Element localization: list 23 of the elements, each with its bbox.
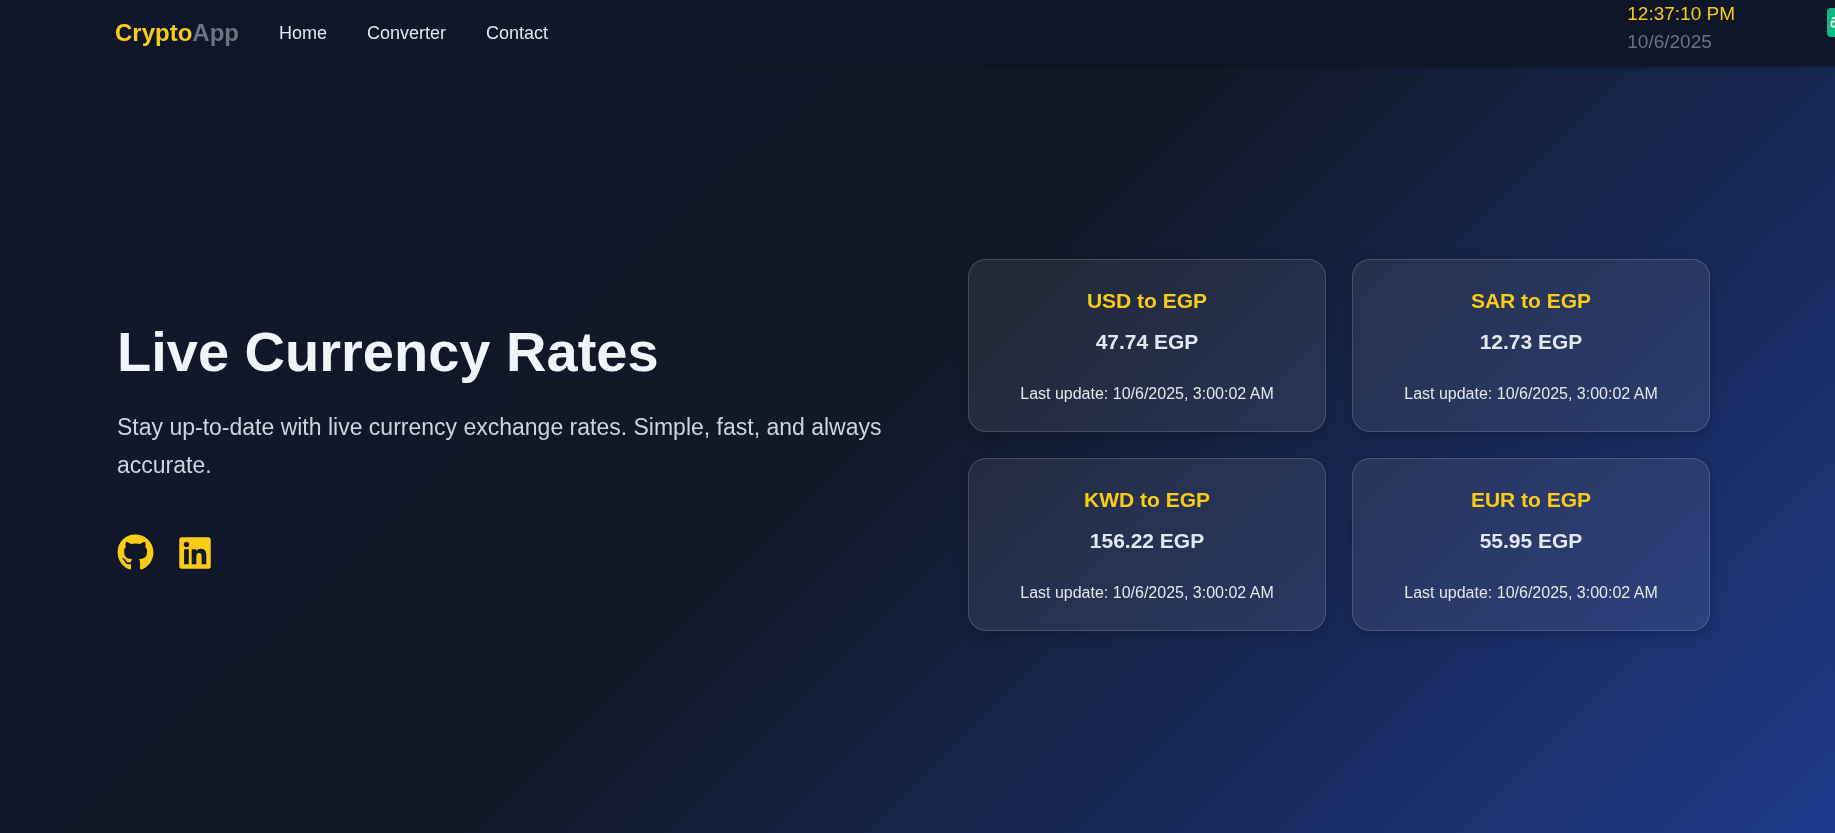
last-update-text: Last update: 10/6/2025, 3:00:02 AM	[1404, 383, 1658, 404]
currency-pair: EUR to EGP	[1470, 486, 1592, 513]
currency-pair: SAR to EGP	[1470, 287, 1592, 314]
currency-pair: USD to EGP	[1086, 287, 1208, 314]
hero-heading: Live Currency Rates	[117, 319, 659, 385]
linkedin-icon[interactable]	[177, 534, 213, 571]
rate-value: 47.74 EGP	[1095, 328, 1199, 355]
last-update-text: Last update: 10/6/2025, 3:00:02 AM	[1020, 582, 1274, 603]
rate-value: 12.73 EGP	[1479, 328, 1583, 355]
nav-link[interactable]: Contact	[486, 22, 549, 44]
last-update-text: Last update: 10/6/2025, 3:00:02 AM	[1404, 582, 1658, 603]
currency-pair: KWD to EGP	[1084, 486, 1210, 513]
nav-link[interactable]: Converter	[367, 22, 447, 44]
brand-logo[interactable]: CryptoApp	[115, 19, 239, 47]
nav-link[interactable]: Home	[279, 22, 327, 44]
clock-time: 12:37:10 PM	[1627, 2, 1735, 26]
hero-description: Stay up-to-date with live currency exchange rates. Simple, fast, and always accurate.	[117, 413, 883, 480]
badge-icon	[1827, 8, 1835, 37]
clock-date: 10/6/2025	[1627, 30, 1712, 54]
rate-value: 156.22 EGP	[1089, 527, 1205, 554]
rate-value: 55.95 EGP	[1479, 527, 1583, 554]
github-icon[interactable]	[117, 534, 154, 571]
last-update-text: Last update: 10/6/2025, 3:00:02 AM	[1020, 383, 1274, 404]
